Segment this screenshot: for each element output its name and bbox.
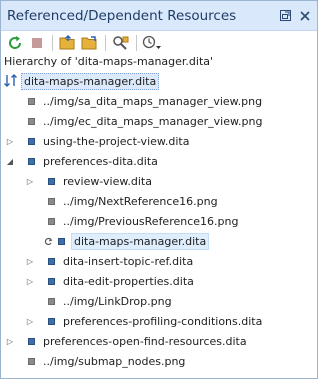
tree-row-selected[interactable]: dita-maps-manager.dita: [1, 231, 317, 251]
view-title: Referenced/Dependent Resources: [7, 7, 237, 24]
expand-icon[interactable]: ▷: [5, 336, 15, 346]
close-icon[interactable]: [298, 9, 311, 22]
restore-icon[interactable]: [279, 9, 292, 22]
image-file-icon: [28, 357, 35, 365]
tree-node-label[interactable]: preferences-profiling-conditions.dita: [61, 314, 264, 329]
tree-node-label[interactable]: dita-maps-manager.dita: [71, 232, 210, 250]
image-file-icon: [48, 217, 55, 225]
hierarchy-label: Hierarchy of 'dita-maps-manager.dita': [4, 55, 214, 68]
expand-icon[interactable]: ▷: [25, 176, 35, 186]
dita-file-icon: [48, 317, 55, 325]
refresh-icon[interactable]: [5, 33, 25, 53]
tree-row[interactable]: ▷ dita-edit-properties.dita: [1, 271, 317, 291]
sort-icon[interactable]: [3, 74, 19, 88]
tree-node-label[interactable]: ../img/ec_dita_maps_manager_view.png: [41, 114, 264, 129]
tree-row[interactable]: ▷ preferences-profiling-conditions.dita: [1, 311, 317, 331]
tree-row[interactable]: ▷ dita-insert-topic-ref.dita: [1, 251, 317, 271]
view-titlebar: Referenced/Dependent Resources: [1, 1, 317, 31]
tree-row[interactable]: ../img/NextReference16.png: [1, 191, 317, 211]
tree-node-label[interactable]: ../img/NextReference16.png: [61, 194, 220, 209]
dita-file-icon: [48, 277, 55, 285]
tree-node-label[interactable]: review-view.dita: [61, 174, 154, 189]
image-file-icon: [48, 297, 55, 305]
stop-icon[interactable]: [27, 33, 47, 53]
toolbar-separator: [52, 35, 53, 51]
tree-node-label[interactable]: ../img/submap_nodes.png: [41, 354, 187, 369]
expand-icon[interactable]: ▷: [25, 316, 35, 326]
tree-row[interactable]: ../img/PreviousReference16.png: [1, 211, 317, 231]
view-toolbar: [1, 31, 317, 55]
open-folder-alt-icon[interactable]: [80, 33, 100, 53]
image-file-icon: [48, 197, 55, 205]
expand-icon[interactable]: ▷: [25, 276, 35, 286]
expand-icon[interactable]: ▷: [5, 136, 15, 146]
tree-node-label[interactable]: using-the-project-view.dita: [41, 134, 191, 149]
referenced-resources-view: Referenced/Dependent Resources Hierarchy…: [0, 0, 318, 379]
dita-file-icon: [28, 337, 35, 345]
tree-row[interactable]: ../img/submap_nodes.png: [1, 351, 317, 371]
dita-file-icon: [28, 157, 35, 165]
expand-icon[interactable]: ▷: [25, 256, 35, 266]
tree-row[interactable]: ../img/LinkDrop.png: [1, 291, 317, 311]
collapse-icon[interactable]: ◢: [5, 156, 15, 166]
tree-row[interactable]: ▷ using-the-project-view.dita: [1, 131, 317, 151]
tree-row[interactable]: ◢ preferences-dita.dita: [1, 151, 317, 171]
tree-node-label[interactable]: ../img/PreviousReference16.png: [61, 214, 240, 229]
tree-row[interactable]: ▷ review-view.dita: [1, 171, 317, 191]
tree-node-label[interactable]: ../img/LinkDrop.png: [61, 294, 174, 309]
resource-tree[interactable]: dita-maps-manager.dita ../img/sa_dita_ma…: [1, 71, 317, 378]
tree-row[interactable]: ▷ preferences-open-find-resources.dita: [1, 331, 317, 351]
find-references-icon[interactable]: [111, 33, 131, 53]
dita-file-icon: [28, 137, 35, 145]
history-dropdown-icon[interactable]: [142, 33, 162, 53]
tree-row[interactable]: ../img/sa_dita_maps_manager_view.png: [1, 91, 317, 111]
tree-node-label[interactable]: preferences-open-find-resources.dita: [41, 334, 249, 349]
dita-file-icon: [48, 257, 55, 265]
tree-node-label[interactable]: dita-edit-properties.dita: [61, 274, 196, 289]
cycle-icon: [43, 237, 53, 246]
dita-file-icon: [58, 237, 65, 245]
tree-row[interactable]: ../img/ec_dita_maps_manager_view.png: [1, 111, 317, 131]
image-file-icon: [28, 117, 35, 125]
tree-node-label[interactable]: dita-insert-topic-ref.dita: [61, 254, 195, 269]
toolbar-separator: [136, 35, 137, 51]
toolbar-separator: [105, 35, 106, 51]
open-folder-icon[interactable]: [58, 33, 78, 53]
tree-row-root[interactable]: dita-maps-manager.dita: [1, 71, 317, 91]
tree-node-label[interactable]: ../img/sa_dita_maps_manager_view.png: [41, 94, 264, 109]
image-file-icon: [28, 97, 35, 105]
tree-node-label[interactable]: dita-maps-manager.dita: [21, 72, 160, 90]
tree-node-label[interactable]: preferences-dita.dita: [41, 154, 160, 169]
dita-file-icon: [48, 177, 55, 185]
